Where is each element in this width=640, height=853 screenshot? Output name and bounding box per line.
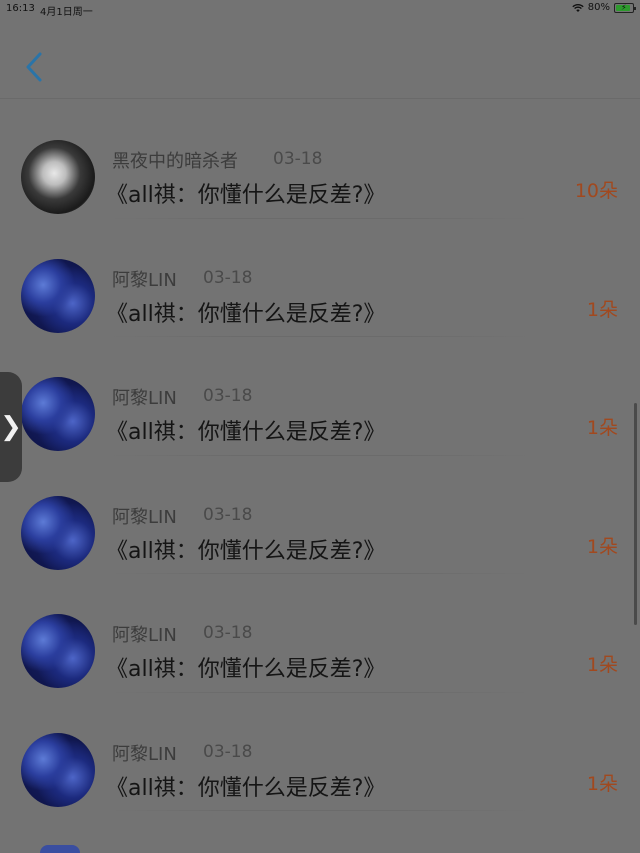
list-item[interactable]: 阿黎LIN 03-18 《all祺：你懂什么是反差?》 1朵 bbox=[0, 693, 640, 811]
chevron-left-icon[interactable] bbox=[22, 50, 48, 84]
bolt-icon: ⚡ bbox=[621, 2, 627, 12]
author-name: 阿黎LIN bbox=[112, 388, 177, 409]
post-date: 03-18 bbox=[203, 267, 253, 288]
author-name: 阿黎LIN bbox=[112, 269, 177, 291]
post-date: 03-18 bbox=[203, 741, 253, 762]
story-title[interactable]: 《all祺：你懂什么是反差?》 bbox=[106, 296, 385, 328]
status-time: 16:13 bbox=[6, 3, 35, 14]
list-item[interactable]: 阿黎LIN 03-18 《all祺：你懂什么是反差?》 1朵 bbox=[0, 574, 640, 693]
post-date: 03-18 bbox=[203, 504, 253, 525]
author-name: 阿黎LIN bbox=[112, 743, 177, 765]
story-title[interactable]: 《all祺：你懂什么是反差?》 bbox=[106, 770, 385, 802]
avatar[interactable] bbox=[21, 377, 95, 451]
side-panel-handle[interactable]: ❯ bbox=[0, 372, 22, 482]
wifi-icon bbox=[572, 3, 584, 12]
flower-count: 1朵 bbox=[586, 535, 618, 558]
gift-list: 黑夜中的暗杀者 03-18 《all祺：你懂什么是反差?》 10朵阿黎LIN 03-18… bbox=[0, 100, 640, 811]
avatar[interactable] bbox=[21, 495, 95, 570]
partial-avatar bbox=[40, 845, 80, 853]
author-name: 黑夜中的暗杀者 bbox=[112, 151, 238, 172]
row-divider bbox=[110, 810, 530, 811]
flower-count: 1朵 bbox=[586, 298, 618, 321]
post-date: 03-18 bbox=[203, 623, 253, 643]
story-title[interactable]: 《all祺：你懂什么是反差?》 bbox=[106, 177, 385, 209]
avatar[interactable] bbox=[21, 732, 95, 807]
flower-count: 1朵 bbox=[586, 654, 618, 676]
list-item[interactable]: 阿黎LIN 03-18 《all祺：你懂什么是反差?》 1朵 bbox=[0, 456, 640, 574]
story-title[interactable]: 《all祺：你懂什么是反差?》 bbox=[106, 651, 385, 683]
post-date: 03-18 bbox=[203, 386, 253, 406]
story-title[interactable]: 《all祺：你懂什么是反差?》 bbox=[106, 414, 385, 446]
nav-bar bbox=[0, 20, 640, 100]
story-title[interactable]: 《all祺：你懂什么是反差?》 bbox=[106, 533, 385, 565]
chevron-right-icon: ❯ bbox=[0, 412, 22, 442]
nav-divider bbox=[0, 98, 640, 99]
flower-count: 1朵 bbox=[586, 772, 618, 795]
list-item[interactable]: 阿黎LIN 03-18 《all祺：你懂什么是反差?》 1朵 bbox=[0, 337, 640, 456]
list-item[interactable]: 黑夜中的暗杀者 03-18 《all祺：你懂什么是反差?》 10朵 bbox=[0, 100, 640, 219]
battery-percent: 80% bbox=[587, 2, 610, 13]
avatar[interactable] bbox=[21, 614, 95, 688]
avatar[interactable] bbox=[21, 140, 95, 214]
status-bar: 16:13 4月1日周一 80% ⚡ bbox=[0, 0, 640, 20]
list-item[interactable]: 阿黎LIN 03-18 《all祺：你懂什么是反差?》 1朵 bbox=[0, 219, 640, 337]
battery-charging-icon: ⚡ bbox=[614, 2, 636, 13]
status-date: 4月1日周一 bbox=[40, 7, 93, 18]
status-right: 80% ⚡ bbox=[572, 2, 636, 13]
scrollbar[interactable] bbox=[634, 403, 637, 625]
avatar[interactable] bbox=[21, 258, 95, 333]
author-name: 阿黎LIN bbox=[112, 625, 177, 646]
flower-count: 1朵 bbox=[586, 417, 618, 439]
post-date: 03-18 bbox=[273, 149, 323, 169]
flower-count: 10朵 bbox=[574, 180, 618, 202]
author-name: 阿黎LIN bbox=[112, 506, 177, 528]
